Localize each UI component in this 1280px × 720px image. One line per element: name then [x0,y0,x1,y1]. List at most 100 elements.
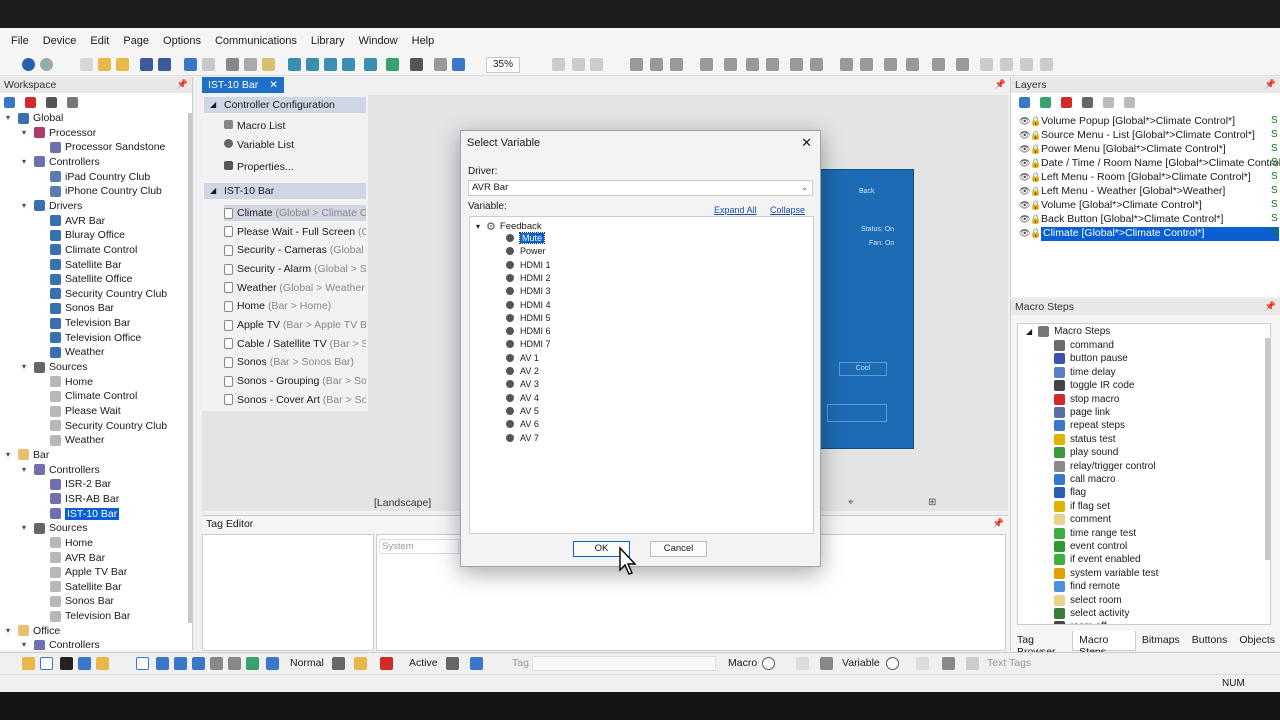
arrow-down-icon[interactable] [1000,58,1013,71]
expand-arrow-icon[interactable]: ▾ [6,450,10,459]
delete-icon[interactable] [1061,97,1072,108]
tool-icon[interactable] [210,657,223,670]
align-left-icon[interactable] [630,58,643,71]
macro-step-item[interactable]: comment [1054,513,1111,526]
workspace-item[interactable]: Sonos Bar [50,301,114,315]
grid-icon[interactable] [434,58,447,71]
variable-list-item[interactable]: Variable List [224,137,366,153]
workspace-item[interactable]: Security Country Club [50,287,167,301]
macro-steps-root[interactable]: ◢ Macro Steps [1026,326,1110,337]
align-bottom-icon[interactable] [724,58,737,71]
macro-step-item[interactable]: select activity [1054,607,1129,620]
redo-icon[interactable] [202,58,215,71]
panel-tab[interactable]: Macro Steps [1072,631,1136,658]
macro-step-item[interactable]: play sound [1054,446,1118,459]
tool-icon[interactable] [174,657,187,670]
macro-step-item[interactable]: time range test [1054,527,1136,540]
arrow-right-icon[interactable] [1040,58,1053,71]
color-icon[interactable] [470,657,483,670]
new-file-icon[interactable] [80,58,93,71]
collapse-icon[interactable] [67,97,78,108]
macro-select-icon[interactable] [796,657,809,670]
page-item[interactable]: Security - Cameras (Global [224,242,366,258]
canvas-tool-icon[interactable]: ⊞ [928,497,936,508]
macro-step-item[interactable]: status test [1054,433,1116,446]
menu-item[interactable]: Device [36,35,84,47]
text-color-icon[interactable] [380,657,393,670]
controller-config-header[interactable]: ◢ Controller Configuration [204,97,366,113]
font-icon[interactable] [446,657,459,670]
align-icon[interactable] [552,58,565,71]
tool-icon[interactable] [452,58,465,71]
menu-item[interactable]: Options [156,35,208,47]
normal-state-label[interactable]: Normal [290,657,324,669]
properties-item[interactable]: Properties... [224,159,366,175]
workspace-add-icon[interactable] [4,97,15,108]
menu-item[interactable]: Help [405,35,442,47]
panel-tab[interactable]: Tag Browser [1011,631,1072,658]
visibility-lock-icon[interactable]: 👁🔒 [1019,172,1042,183]
macro-list-item[interactable]: Macro List [224,118,366,134]
zoom-level[interactable]: 35% [486,57,520,73]
move-down-icon[interactable] [1124,97,1135,108]
variable-item[interactable]: HDMI 3 [506,285,551,297]
save-all-icon[interactable] [158,58,171,71]
layer-item[interactable]: Source Menu - List [Global*>Climate Cont… [1041,129,1255,143]
variable-item[interactable]: AV 3 [506,378,539,390]
workspace-item[interactable]: Television Bar [50,316,130,330]
layer-tool-icon[interactable] [1082,97,1093,108]
variable-item[interactable]: HDMI 1 [506,259,551,271]
driver-dropdown[interactable]: AVR Bar ⌄ [468,180,813,196]
workspace-item[interactable]: ISR-AB Bar [50,492,119,506]
variable-item[interactable]: HDMI 6 [506,325,551,337]
pin-icon[interactable]: 📌 [1265,301,1276,312]
tool-icon[interactable] [364,58,377,71]
workspace-item[interactable]: Processor Sandstone [50,140,165,154]
workspace-item[interactable]: Weather [50,433,105,447]
visibility-lock-icon[interactable]: 👁🔒 [1019,116,1042,127]
page-item[interactable]: Sonos - Cover Art (Bar > So [224,392,366,408]
workspace-item[interactable]: Security Country Club [50,419,167,433]
macro-step-item[interactable]: if event enabled [1054,553,1141,566]
macro-step-item[interactable]: toggle IR code [1054,379,1135,392]
pin-icon[interactable]: 📌 [993,518,1004,529]
page-item[interactable]: Home (Bar > Home) [224,298,366,314]
menu-item[interactable]: Window [352,35,405,47]
page-item[interactable]: Sonos (Bar > Sonos Bar) [224,354,366,370]
order-icon[interactable] [884,58,897,71]
text-tag-icon[interactable] [966,657,979,670]
close-icon[interactable]: ✕ [269,77,278,93]
back-icon[interactable] [22,58,35,71]
variable-item[interactable]: Mute [506,232,546,244]
variable-edit-icon[interactable] [942,657,955,670]
controller-header[interactable]: ◢ IST-10 Bar [204,183,366,199]
macro-step-item[interactable]: button pause [1054,352,1128,365]
workspace-item[interactable]: IST-10 Bar [50,507,120,521]
panel-tab[interactable]: Objects [1233,631,1280,651]
delete-icon[interactable] [25,97,36,108]
tool-icon[interactable] [266,657,279,670]
workspace-item[interactable]: Home [50,536,93,550]
workspace-item[interactable]: Apple TV Bar [50,565,127,579]
menu-item[interactable]: Edit [83,35,116,47]
workspace-item[interactable]: Climate Control [50,243,137,257]
workspace-item[interactable]: Controllers [34,638,100,650]
variable-item[interactable]: AV 2 [506,365,539,377]
page-item[interactable]: Apple TV (Bar > Apple TV B [224,317,366,333]
variable-item[interactable]: HDMI 5 [506,312,551,324]
variable-item[interactable]: AV 1 [506,352,539,364]
visibility-lock-icon[interactable]: 👁🔒 [1019,158,1042,169]
layer-item[interactable]: Left Menu - Room [Global*>Climate Contro… [1041,171,1251,185]
page-item[interactable]: Climate (Global > Climate C [224,205,366,221]
macro-step-item[interactable]: page link [1054,406,1110,419]
menu-item[interactable]: Page [116,35,156,47]
forward-icon[interactable] [40,58,53,71]
cross-icon[interactable] [60,657,73,670]
workspace-item[interactable]: Office [18,624,60,638]
cancel-button[interactable]: Cancel [650,541,707,557]
workspace-item[interactable]: Satellite Bar [50,258,122,272]
expand-arrow-icon[interactable]: ▾ [22,201,26,210]
active-state-label[interactable]: Active [409,657,438,669]
expand-arrow-icon[interactable]: ▾ [22,128,26,137]
pencil-icon[interactable] [22,657,35,670]
